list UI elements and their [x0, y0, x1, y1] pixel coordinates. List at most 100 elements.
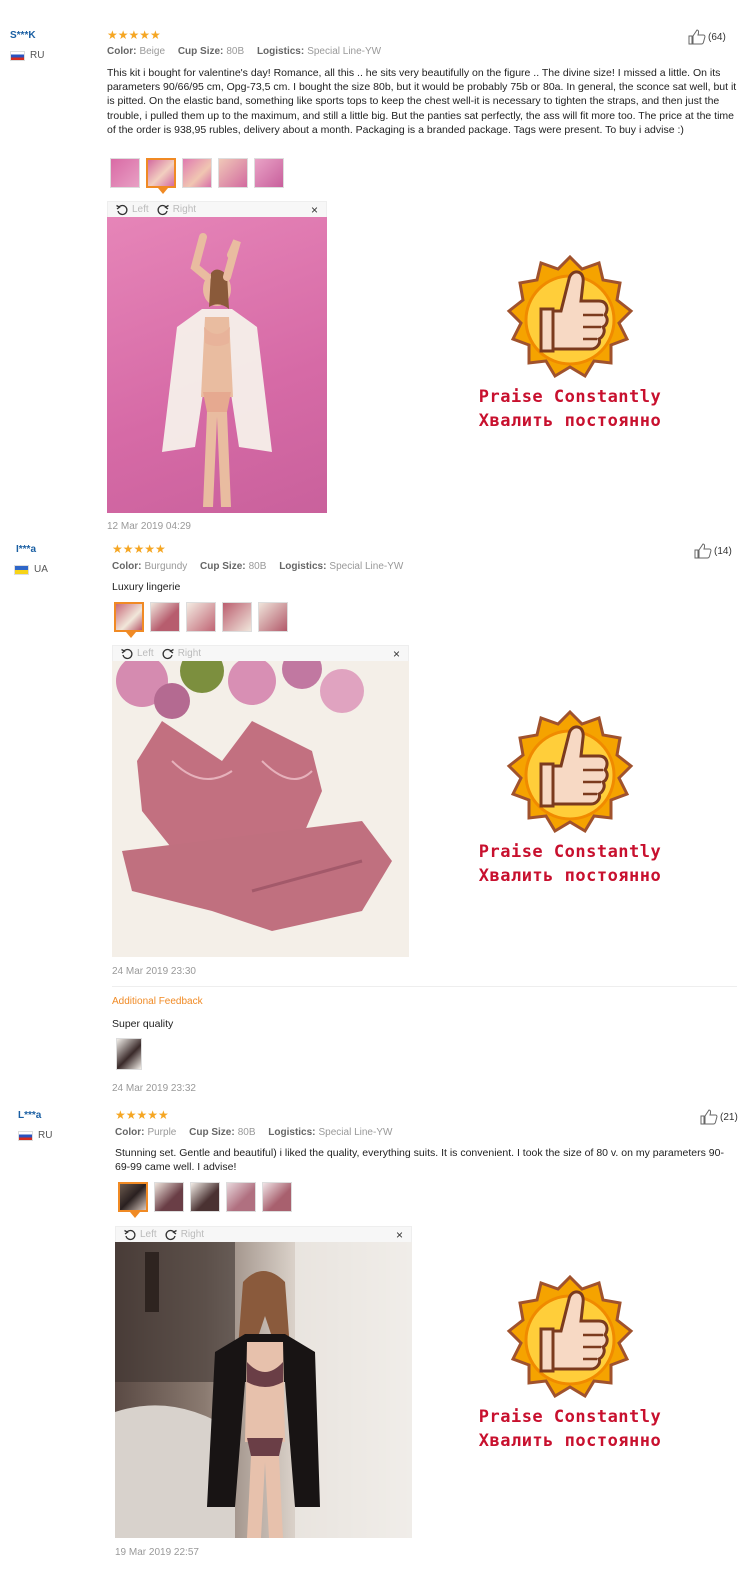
- country-code: RU: [38, 1130, 53, 1141]
- photo-thumbnail[interactable]: [150, 602, 180, 632]
- cup-size-label: Cup Size:: [200, 561, 246, 572]
- photo-viewer-toolbar: Left Right ×: [112, 645, 409, 661]
- logistics-value: Special Line-YW: [307, 46, 382, 57]
- cup-size-value: 80B: [226, 46, 245, 57]
- review-text: This kit i bought for valentine's day! R…: [107, 67, 737, 136]
- close-viewer-button[interactable]: ×: [393, 647, 400, 661]
- color-value: Burgundy: [144, 561, 188, 572]
- logistics-label: Logistics:: [256, 46, 305, 57]
- country-code: UA: [34, 564, 48, 575]
- helpful-button[interactable]: (21): [700, 1109, 738, 1125]
- praise-text-en: Praise Constantly: [478, 387, 662, 407]
- color-label: Color:: [115, 1127, 145, 1138]
- photo-thumbnail[interactable]: [218, 158, 248, 188]
- additional-feedback-text: Super quality: [112, 1018, 174, 1030]
- reviewer-name[interactable]: S***K: [10, 30, 36, 41]
- country-code: RU: [30, 50, 45, 61]
- photo-thumbnail[interactable]: [114, 602, 144, 638]
- rotate-right-label: Right: [177, 648, 202, 659]
- praise-text-en: Praise Constantly: [478, 1407, 662, 1427]
- photo-thumbnail[interactable]: [258, 602, 288, 632]
- review-date: 12 Mar 2019 04:29: [107, 521, 191, 532]
- photo-thumbnail[interactable]: [154, 1182, 184, 1212]
- flag-ru-icon: [10, 50, 25, 61]
- additional-feedback-date: 24 Mar 2019 23:32: [112, 1083, 196, 1094]
- praise-text-ru: Хвалить постоянно: [478, 411, 662, 431]
- review-meta: Color: Purple Cup Size: 80B Logistics: Spec…: [115, 1127, 392, 1138]
- review-date: 24 Mar 2019 23:30: [112, 966, 196, 977]
- rotate-right-icon: [162, 648, 174, 659]
- reviewer-name[interactable]: L***a: [18, 1110, 41, 1121]
- rotate-left-button[interactable]: Left: [124, 1229, 157, 1241]
- photo-thumbnail[interactable]: [254, 158, 284, 188]
- logistics-value: Special Line-YW: [329, 561, 404, 572]
- close-viewer-button[interactable]: ×: [396, 1228, 403, 1242]
- photo-thumbnail[interactable]: [118, 1182, 148, 1218]
- additional-feedback-label: Additional Feedback: [112, 996, 203, 1007]
- logistics-label: Logistics:: [279, 561, 327, 572]
- rotate-left-icon: [116, 204, 128, 215]
- review-meta: Color: Burgundy Cup Size: 80B Logistics: Sp…: [112, 561, 403, 572]
- photo-thumbnails: [114, 602, 288, 638]
- rotate-right-label: Right: [180, 1229, 205, 1240]
- review-text: Luxury lingerie: [112, 581, 181, 593]
- close-viewer-button[interactable]: ×: [311, 203, 318, 217]
- rotate-left-label: Left: [137, 648, 154, 659]
- color-value: Beige: [139, 46, 166, 57]
- photo-figure-illustration: [115, 1242, 412, 1538]
- photo-thumbnails: [118, 1182, 292, 1218]
- praise-text-en: Praise Constantly: [478, 842, 662, 862]
- rotate-right-button[interactable]: Right: [162, 648, 201, 660]
- photo-viewer-toolbar: Left Right ×: [115, 1226, 412, 1242]
- photo-thumbnail[interactable]: [190, 1182, 220, 1212]
- helpful-count: (14): [714, 545, 732, 557]
- photo-thumbnail[interactable]: [110, 158, 140, 188]
- review-photo: [115, 1242, 412, 1538]
- reviewer-country: RU: [18, 1130, 52, 1141]
- rotate-left-icon: [121, 648, 133, 659]
- helpful-count: (64): [708, 31, 726, 43]
- helpful-button[interactable]: (64): [688, 29, 726, 45]
- helpful-button[interactable]: (14): [694, 543, 732, 559]
- photo-thumbnail[interactable]: [182, 158, 212, 188]
- reviewer-name[interactable]: I***a: [16, 544, 36, 555]
- additional-photo-thumbnails: [116, 1038, 142, 1070]
- rotate-right-button[interactable]: Right: [157, 204, 196, 216]
- photo-thumbnail[interactable]: [186, 602, 216, 632]
- thumbs-up-badge-icon: [506, 1275, 634, 1399]
- praise-badge: Praise Constantly Хвалить постоянно: [470, 710, 670, 888]
- logistics-label: Logistics:: [268, 1127, 316, 1138]
- color-label: Color:: [107, 46, 137, 57]
- review-photo: [107, 217, 327, 513]
- thumbs-up-badge-icon: [506, 710, 634, 834]
- rotate-right-icon: [157, 204, 169, 215]
- rotate-right-button[interactable]: Right: [165, 1229, 204, 1241]
- praise-text-ru: Хвалить постоянно: [478, 1431, 662, 1451]
- star-rating: ★★★★★: [107, 28, 161, 42]
- color-value: Purple: [147, 1127, 177, 1138]
- photo-thumbnail[interactable]: [226, 1182, 256, 1212]
- flag-ru-icon: [18, 1130, 33, 1141]
- color-label: Color:: [112, 561, 142, 572]
- thumbs-up-icon: [694, 543, 712, 559]
- rotate-left-button[interactable]: Left: [121, 648, 154, 660]
- photo-thumbnail[interactable]: [262, 1182, 292, 1212]
- photo-figure-illustration: [162, 233, 272, 507]
- photo-thumbnail[interactable]: [116, 1038, 142, 1070]
- rotate-right-icon: [165, 1229, 177, 1240]
- review-date: 19 Mar 2019 22:57: [115, 1547, 199, 1558]
- rotate-left-button[interactable]: Left: [116, 204, 149, 216]
- rotate-right-label: Right: [172, 204, 197, 215]
- rotate-left-label: Left: [132, 204, 149, 215]
- photo-lingerie-illustration: [116, 661, 392, 931]
- photo-thumbnail[interactable]: [222, 602, 252, 632]
- star-rating: ★★★★★: [115, 1108, 169, 1122]
- photo-thumbnail[interactable]: [146, 158, 176, 194]
- thumbs-up-badge-icon: [506, 255, 634, 379]
- praise-text-ru: Хвалить постоянно: [478, 866, 662, 886]
- divider: [112, 986, 737, 987]
- reviewer-country: RU: [10, 50, 44, 61]
- thumbs-up-icon: [700, 1109, 718, 1125]
- rotate-left-icon: [124, 1229, 136, 1240]
- photo-viewer-toolbar: Left Right ×: [107, 201, 327, 217]
